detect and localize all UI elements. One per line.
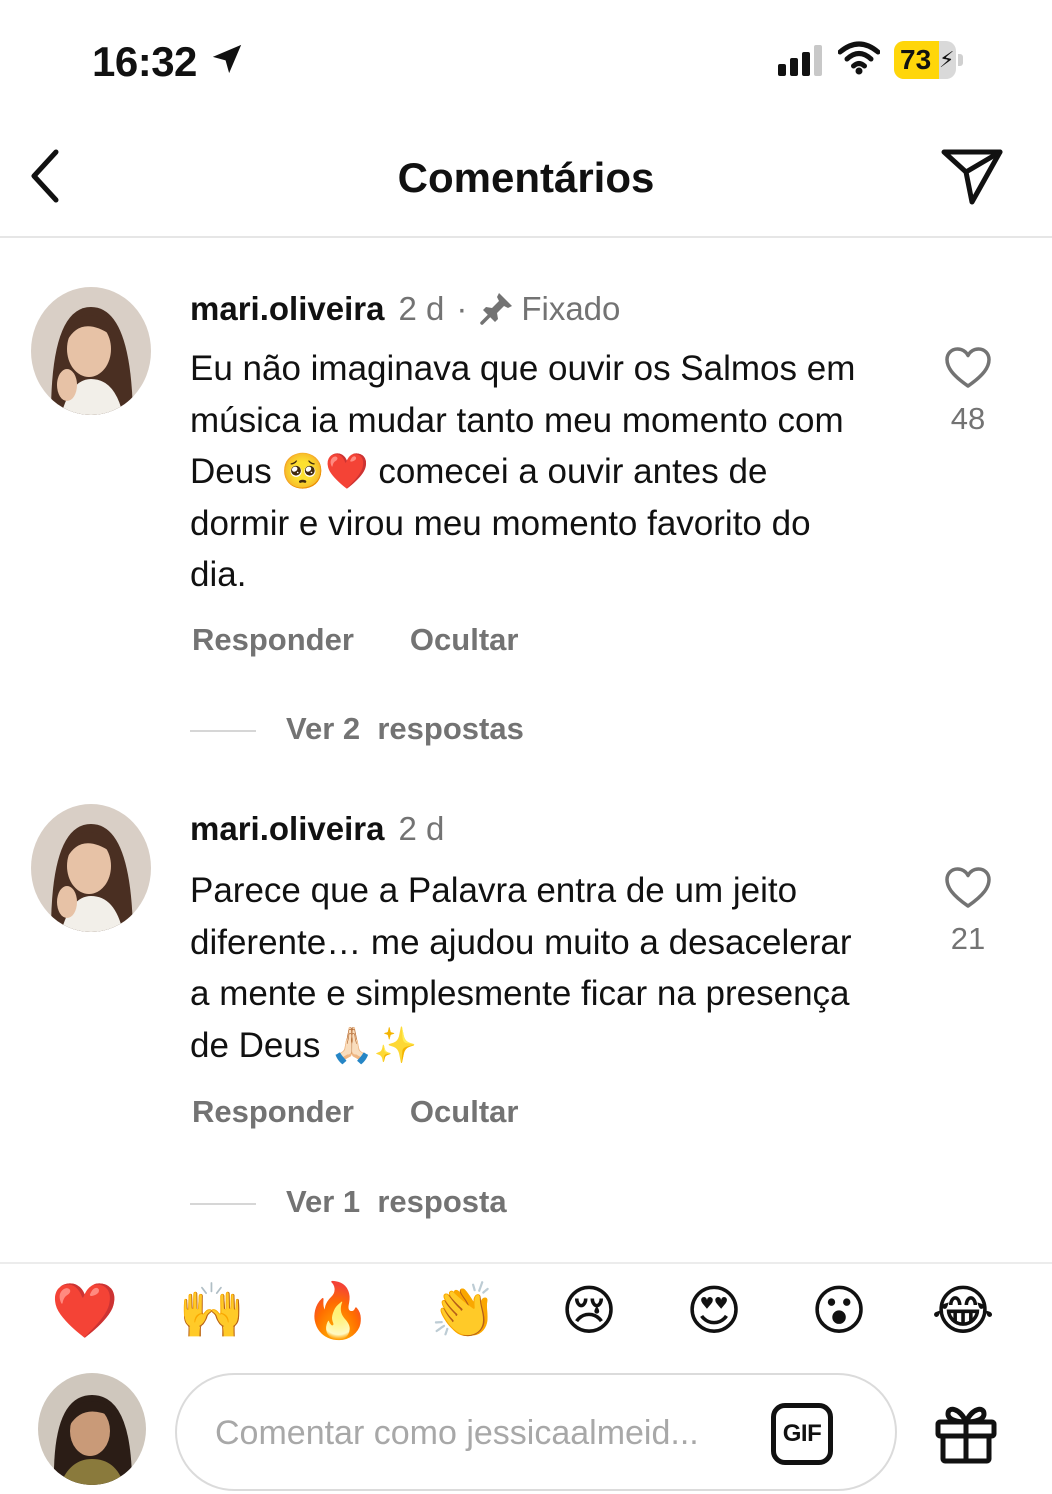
view-replies-button[interactable]: Ver 1 resposta	[190, 1184, 507, 1224]
cellular-signal-icon	[778, 45, 822, 76]
battery-cap	[958, 54, 963, 66]
emoji-clap-button[interactable]: 👏	[430, 1278, 497, 1344]
paper-plane-icon[interactable]	[940, 148, 1004, 206]
comment-meta: mari.oliveira 2 d · Fixado	[190, 290, 620, 330]
battery-level: 73	[900, 44, 932, 75]
like-button[interactable]: 48	[940, 346, 996, 437]
emoji-laughing-button[interactable]: 😂	[930, 1278, 996, 1344]
hide-button[interactable]: Ocultar	[410, 622, 519, 657]
emoji-reaction-bar: ❤️ 🙌 🔥 👏 😢 😍 😮 😂	[0, 1262, 1052, 1358]
emoji-fire-button[interactable]: 🔥	[304, 1278, 371, 1344]
emoji-crying-button[interactable]: 😢	[556, 1278, 622, 1344]
hide-button[interactable]: Ocultar	[410, 1094, 519, 1129]
comment-input-container[interactable]: GIF	[175, 1373, 897, 1491]
reply-button[interactable]: Responder	[192, 1094, 354, 1129]
comment-meta: mari.oliveira 2 d	[190, 810, 444, 850]
replies-divider	[190, 729, 256, 732]
comment-actions: Responder Ocultar	[192, 622, 574, 658]
username[interactable]: mari.oliveira	[190, 290, 384, 327]
emoji-heart-button[interactable]: ❤️	[51, 1278, 118, 1344]
like-count: 48	[950, 401, 986, 436]
page-title: Comentários	[397, 154, 655, 201]
pin-icon	[480, 293, 513, 325]
status-time: 16:32	[92, 38, 197, 85]
gif-button[interactable]: GIF	[771, 1403, 833, 1465]
emoji-surprised-button[interactable]: 😮	[806, 1278, 872, 1344]
like-count: 21	[950, 921, 986, 956]
wifi-icon	[838, 41, 880, 75]
battery-charging-icon: 73 ⚡	[894, 41, 964, 79]
comment-input[interactable]	[215, 1409, 735, 1457]
current-user-avatar[interactable]	[38, 1373, 146, 1485]
reply-button[interactable]: Responder	[192, 622, 354, 657]
header: Comentários	[0, 120, 1052, 238]
timestamp: 2 d	[398, 810, 445, 847]
replies-divider	[190, 1202, 256, 1205]
like-button[interactable]: 21	[940, 866, 996, 957]
emoji-heart-eyes-button[interactable]: 😍	[681, 1278, 747, 1344]
view-replies-button[interactable]: Ver 2 respostas	[190, 711, 524, 751]
gift-icon[interactable]	[934, 1400, 998, 1464]
status-bar: 16:32 73 ⚡	[0, 0, 1052, 120]
avatar[interactable]	[31, 804, 151, 932]
pinned-label: Fixado	[521, 290, 621, 327]
charging-bolt-icon: ⚡	[939, 47, 955, 72]
view-replies-label[interactable]: Ver 1 resposta	[286, 1184, 507, 1219]
separator-dot: ·	[456, 290, 468, 327]
heart-outline-icon[interactable]	[944, 866, 992, 910]
avatar[interactable]	[31, 287, 151, 415]
comment-actions: Responder Ocultar	[192, 1094, 574, 1130]
heart-outline-icon[interactable]	[944, 346, 992, 390]
view-replies-label[interactable]: Ver 2 respostas	[286, 711, 524, 746]
emoji-raised-hands-button[interactable]: 🙌	[178, 1278, 245, 1344]
username[interactable]: mari.oliveira	[190, 810, 384, 847]
location-arrow-icon	[212, 44, 242, 74]
timestamp: 2 d	[398, 290, 445, 327]
comment-text: Parece que a Palavra entra de um jeito d…	[190, 871, 852, 1065]
comment-text: Eu não imaginava que ouvir os Salmos em …	[190, 349, 856, 594]
